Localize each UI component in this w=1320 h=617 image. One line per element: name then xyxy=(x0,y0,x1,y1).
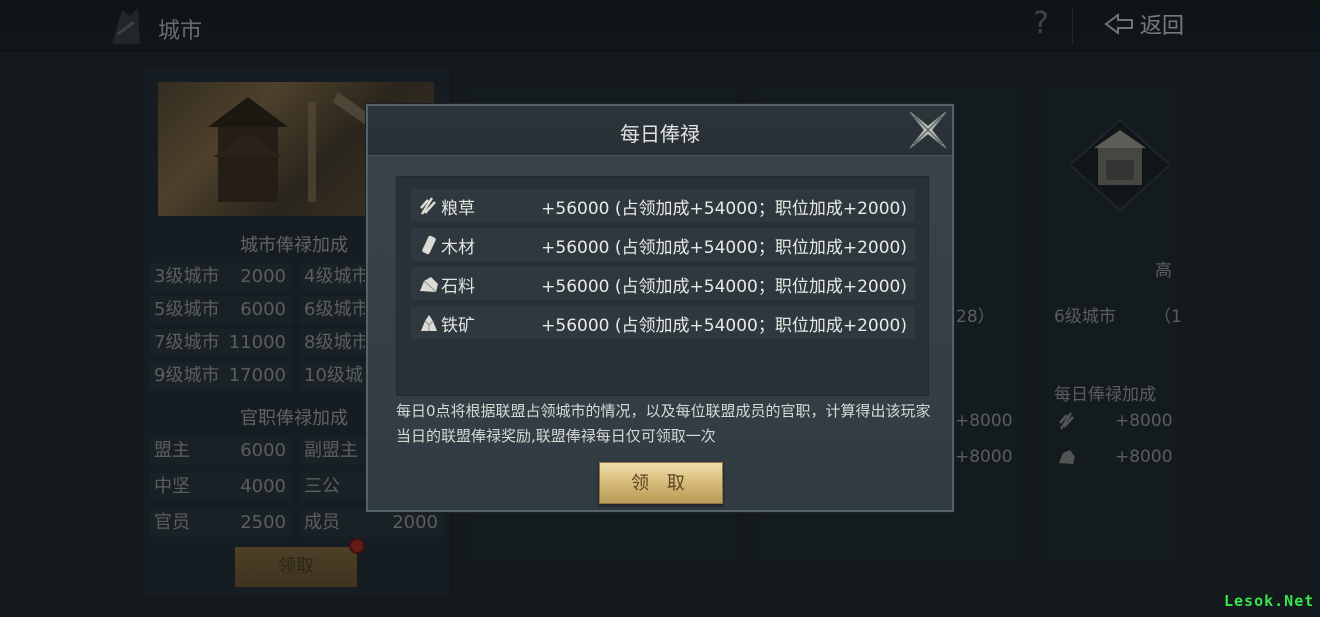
resource-value: +56000 (占领加成+54000；职位加成+2000) xyxy=(541,238,907,258)
resource-row: 木材 +56000 (占领加成+54000；职位加成+2000) xyxy=(411,228,915,261)
claim-button[interactable]: 领 取 xyxy=(599,462,723,504)
close-icon[interactable] xyxy=(906,108,950,152)
resource-row: 铁矿 +56000 (占领加成+54000；职位加成+2000) xyxy=(411,306,915,339)
wood-icon xyxy=(422,235,436,255)
resource-value: +56000 (占领加成+54000；职位加成+2000) xyxy=(541,277,907,297)
resource-name: 铁矿 xyxy=(441,316,475,336)
resource-name: 粮草 xyxy=(441,199,475,219)
resource-list: 粮草 +56000 (占领加成+54000；职位加成+2000) 木材 +560… xyxy=(396,176,929,396)
dialog-title: 每日俸禄 xyxy=(620,122,700,146)
iron-ore-icon xyxy=(421,315,437,331)
dialog-description: 每日0点将根据联盟占领城市的情况，以及每位联盟成员的官职，计算得出该玩家当日的联… xyxy=(396,402,931,445)
resource-name: 木材 xyxy=(441,238,475,258)
grain-icon xyxy=(420,197,436,215)
dialog-header: 每日俸禄 xyxy=(368,106,952,156)
resource-name: 石料 xyxy=(441,277,475,297)
resource-value: +56000 (占领加成+54000；职位加成+2000) xyxy=(541,199,907,219)
watermark-text: Lesok.Net xyxy=(1224,592,1315,610)
resource-row: 粮草 +56000 (占领加成+54000；职位加成+2000) xyxy=(411,189,915,222)
resource-value: +56000 (占领加成+54000；职位加成+2000) xyxy=(541,316,907,336)
stone-icon xyxy=(420,277,438,293)
resource-row: 石料 +56000 (占领加成+54000；职位加成+2000) xyxy=(411,267,915,300)
daily-salary-dialog: 每日俸禄 粮草 +56000 (占领加成+54000；职位加成+2000) 木材… xyxy=(366,104,954,512)
